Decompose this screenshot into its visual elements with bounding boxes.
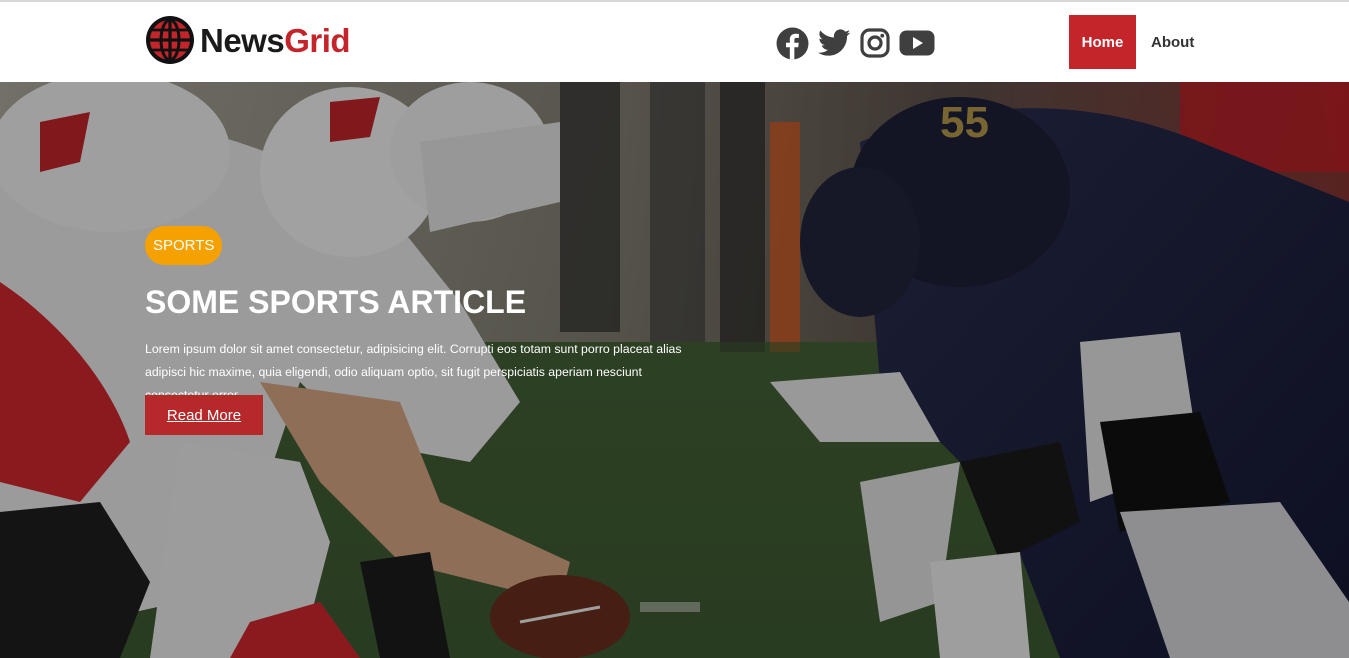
instagram-icon [860, 28, 890, 58]
site-header: NewsGrid Home About [0, 2, 1349, 82]
twitter-link[interactable] [818, 29, 851, 57]
facebook-icon [776, 27, 809, 59]
youtube-icon [899, 30, 935, 56]
nav-about-link[interactable]: About [1136, 15, 1209, 69]
twitter-icon [818, 29, 851, 56]
nav-item-about: About [1136, 15, 1209, 69]
instagram-link[interactable] [860, 28, 890, 58]
article-title: SOME SPORTS ARTICLE [145, 284, 527, 320]
brand-name-part1: News [200, 21, 285, 59]
main-nav: Home About [1069, 15, 1209, 69]
read-more-button[interactable]: Read More [145, 395, 263, 435]
brand-logo-link[interactable]: NewsGrid [145, 14, 351, 66]
nav-home-link[interactable]: Home [1069, 15, 1136, 69]
brand-name-part2: Grid [284, 21, 351, 59]
category-badge[interactable]: SPORTS [145, 226, 223, 265]
youtube-link[interactable] [899, 30, 935, 56]
facebook-link[interactable] [776, 27, 809, 60]
hero-showcase: 55 SPORTS SOME SPORTS ARTICLE Lorem ipsu… [0, 82, 1349, 658]
social-links [776, 25, 944, 61]
brand-name: NewsGrid [200, 21, 351, 59]
globe-icon [146, 16, 194, 64]
nav-item-home: Home [1069, 15, 1136, 69]
